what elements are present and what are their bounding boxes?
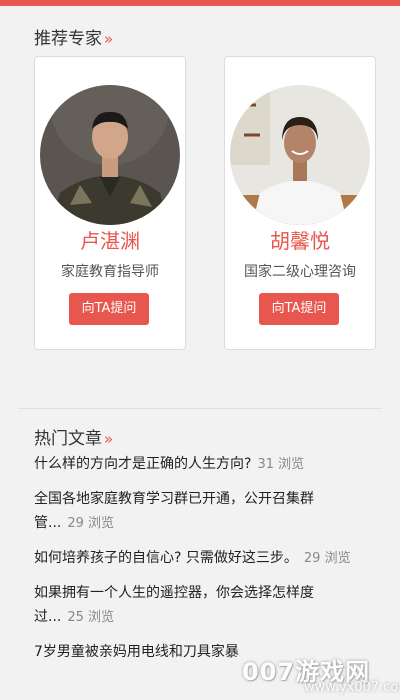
section-divider xyxy=(18,408,382,409)
article-item[interactable]: 如何培养孩子的自信心? 只需做好这三步。 29 浏览 xyxy=(34,546,384,571)
article-item[interactable]: 全国各地家庭教育学习群已开通，公开召集群管... 29 浏览 xyxy=(34,487,384,536)
articles-section-title: 热门文章 xyxy=(34,429,102,449)
expert-card[interactable]: 胡馨悦 国家二级心理咨询 向TA提问 xyxy=(224,56,376,350)
article-item[interactable]: 什么样的方向才是正确的人生方向? 31 浏览 xyxy=(34,452,384,477)
expert-title: 国家二级心理咨询 xyxy=(244,264,356,280)
article-views: 29 浏览 xyxy=(303,551,351,566)
expert-title: 家庭教育指导师 xyxy=(61,264,159,280)
article-title[interactable]: 如何培养孩子的自信心? 只需做好这三步。 xyxy=(34,550,298,566)
expert-avatar[interactable] xyxy=(40,85,180,225)
article-views: 25 浏览 xyxy=(67,610,115,625)
article-list: 什么样的方向才是正确的人生方向? 31 浏览 全国各地家庭教育学习群已开通，公开召… xyxy=(34,452,384,675)
more-arrow-icon: » xyxy=(104,430,114,448)
expert-name[interactable]: 胡馨悦 xyxy=(225,225,375,254)
expert-card[interactable]: 卢湛渊 家庭教育指导师 向TA提问 xyxy=(34,56,186,350)
top-accent-bar xyxy=(0,0,400,6)
article-views: 31 浏览 xyxy=(257,457,305,472)
experts-section-title: 推荐专家 xyxy=(34,29,102,49)
expert-avatar[interactable] xyxy=(230,85,370,225)
articles-section-header[interactable]: 热门文章» xyxy=(34,424,113,449)
more-arrow-icon: » xyxy=(104,30,114,48)
ask-expert-button[interactable]: 向TA提问 xyxy=(259,293,339,325)
article-title[interactable]: 7岁男童被亲妈用电线和刀具家暴 xyxy=(34,644,239,660)
expert-name[interactable]: 卢湛渊 xyxy=(35,225,185,254)
article-item[interactable]: 如果拥有一个人生的遥控器，你会选择怎样度过... 25 浏览 xyxy=(34,581,384,630)
site-watermark: 007游戏网 www.yx007.com xyxy=(234,652,400,698)
article-views: 29 浏览 xyxy=(67,516,115,531)
experts-section-header[interactable]: 推荐专家» xyxy=(34,24,113,49)
article-title[interactable]: 什么样的方向才是正确的人生方向? xyxy=(34,456,251,472)
watermark-url: www.yx007.com xyxy=(304,680,400,695)
ask-expert-button[interactable]: 向TA提问 xyxy=(69,293,149,325)
